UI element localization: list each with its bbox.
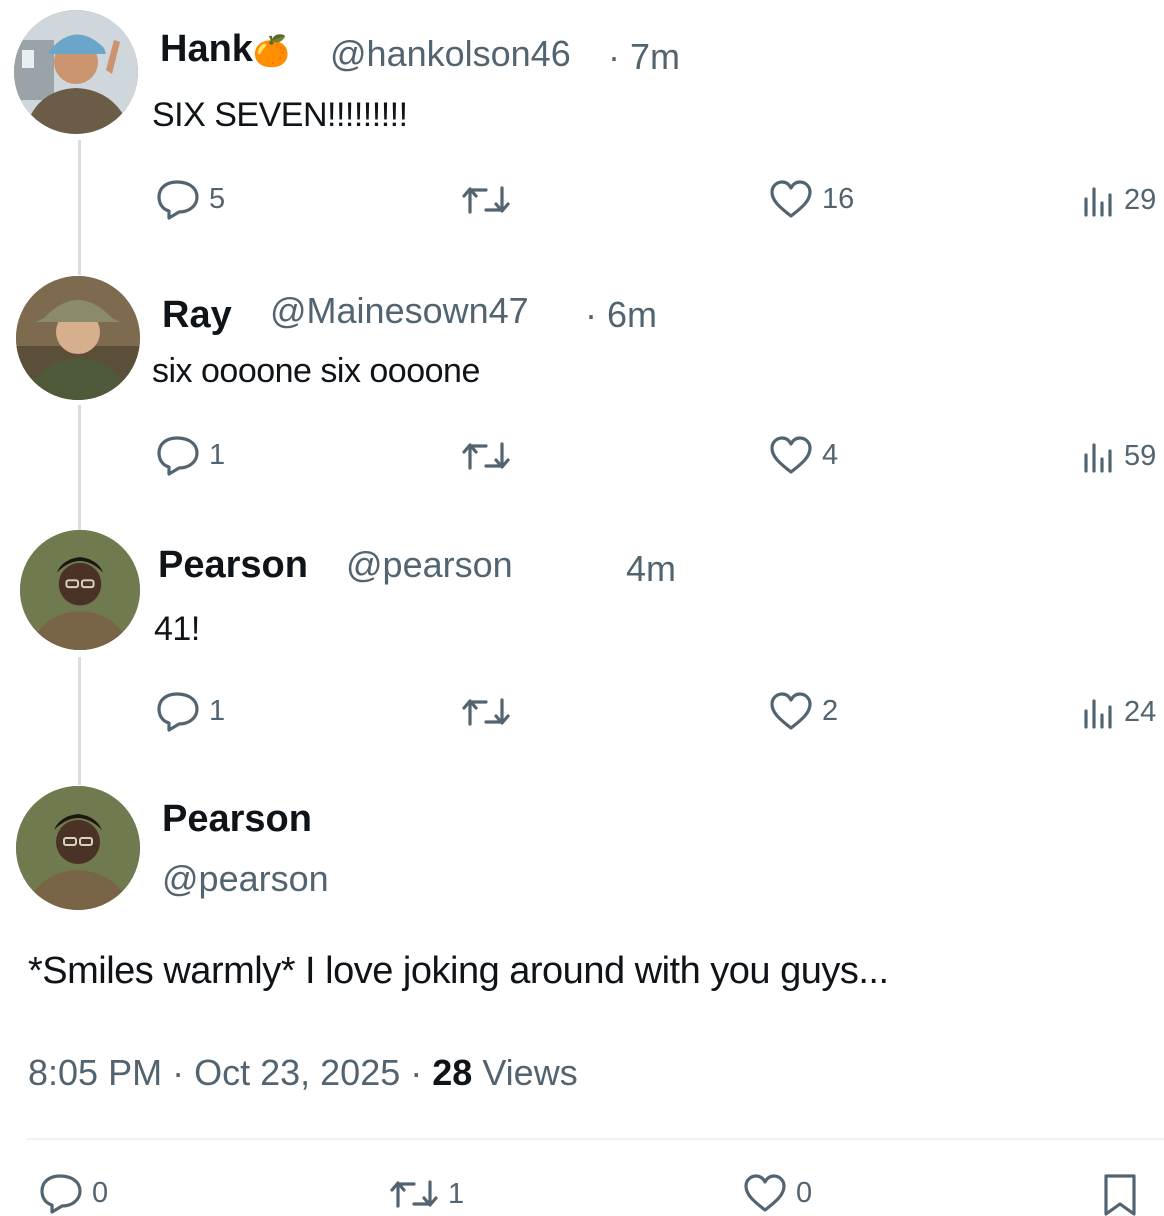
meta-separator: · [172,1052,195,1093]
views-icon [1084,442,1112,473]
post-date[interactable]: Oct 23, 2025 [194,1052,400,1093]
like-button[interactable]: 0 [742,1172,812,1214]
reply-button[interactable]: 0 [38,1172,108,1214]
post-text: six oooone six oooone [152,352,480,390]
divider [26,1138,1164,1140]
views-button[interactable]: 29 [1082,184,1156,217]
views-button[interactable]: 59 [1082,440,1156,473]
post-text: SIX SEVEN!!!!!!!!! [152,96,408,134]
reply-icon [157,692,199,732]
author-name-text: Hank [160,28,253,70]
like-button[interactable]: 16 [768,178,854,220]
views-label: Views [482,1052,578,1093]
avatar[interactable] [16,276,140,400]
like-count: 0 [796,1176,813,1209]
retweet-button[interactable]: 1 [388,1176,464,1212]
like-count: 16 [822,182,855,215]
author-handle[interactable]: @Mainesown47 [270,290,529,332]
post-text: *Smiles warmly* I love joking around wit… [28,950,889,992]
retweet-button[interactable] [460,182,520,218]
meta-separator: · [410,1052,433,1093]
like-count: 4 [822,438,839,471]
thread-line [78,140,81,275]
post-time[interactable]: · 6m [585,294,657,336]
reply-count: 1 [209,694,226,727]
avatar[interactable] [20,530,140,650]
post-time[interactable]: 4m [626,548,676,590]
like-button[interactable]: 4 [768,434,838,476]
like-icon [744,1174,786,1212]
author-name[interactable]: Pearson [162,798,312,841]
views-icon [1084,186,1112,217]
views-count: 28 [432,1052,473,1093]
author-name[interactable]: Ray [162,294,232,337]
post-meta: 8:05 PM · Oct 23, 2025 · 28 Views [28,1052,578,1094]
post-time[interactable]: 8:05 PM [28,1052,162,1093]
author-name[interactable]: Pearson [158,544,308,587]
view-count: 59 [1124,440,1157,472]
retweet-count: 1 [448,1177,465,1210]
thread-line [78,657,81,785]
author-handle[interactable]: @hankolson46 [330,33,571,75]
reply-icon [157,436,199,476]
retweet-button[interactable] [460,694,520,730]
view-count: 24 [1124,696,1157,728]
reply-count: 5 [209,182,226,215]
views-icon [1084,698,1112,729]
like-icon [770,692,812,730]
retweet-button[interactable] [460,438,520,474]
retweet-icon [462,442,510,470]
reply-button[interactable]: 5 [155,178,225,220]
reply-button[interactable]: 1 [155,690,225,732]
like-count: 2 [822,694,839,727]
view-count: 29 [1124,184,1157,216]
reply-button[interactable]: 1 [155,434,225,476]
like-icon [770,436,812,474]
post-text: 41! [154,610,200,648]
post-time[interactable]: · 7m [608,36,680,78]
retweet-icon [462,698,510,726]
retweet-icon [462,186,510,214]
reply-count: 1 [209,438,226,471]
bookmark-icon [1104,1174,1136,1216]
avatar[interactable] [16,786,140,910]
avatar[interactable] [14,10,138,134]
views-button[interactable]: 24 [1082,696,1156,729]
retweet-icon [390,1180,438,1208]
author-name[interactable]: Hank🍊 [160,28,290,71]
reply-icon [157,180,199,220]
reply-icon [40,1174,82,1214]
reply-count: 0 [92,1176,109,1209]
orange-emoji: 🍊 [252,35,291,68]
author-handle[interactable]: @pearson [162,858,329,900]
like-icon [770,180,812,218]
bookmark-button[interactable] [1100,1172,1140,1216]
author-handle[interactable]: @pearson [346,544,513,586]
like-button[interactable]: 2 [768,690,838,732]
thread-line [78,405,81,530]
